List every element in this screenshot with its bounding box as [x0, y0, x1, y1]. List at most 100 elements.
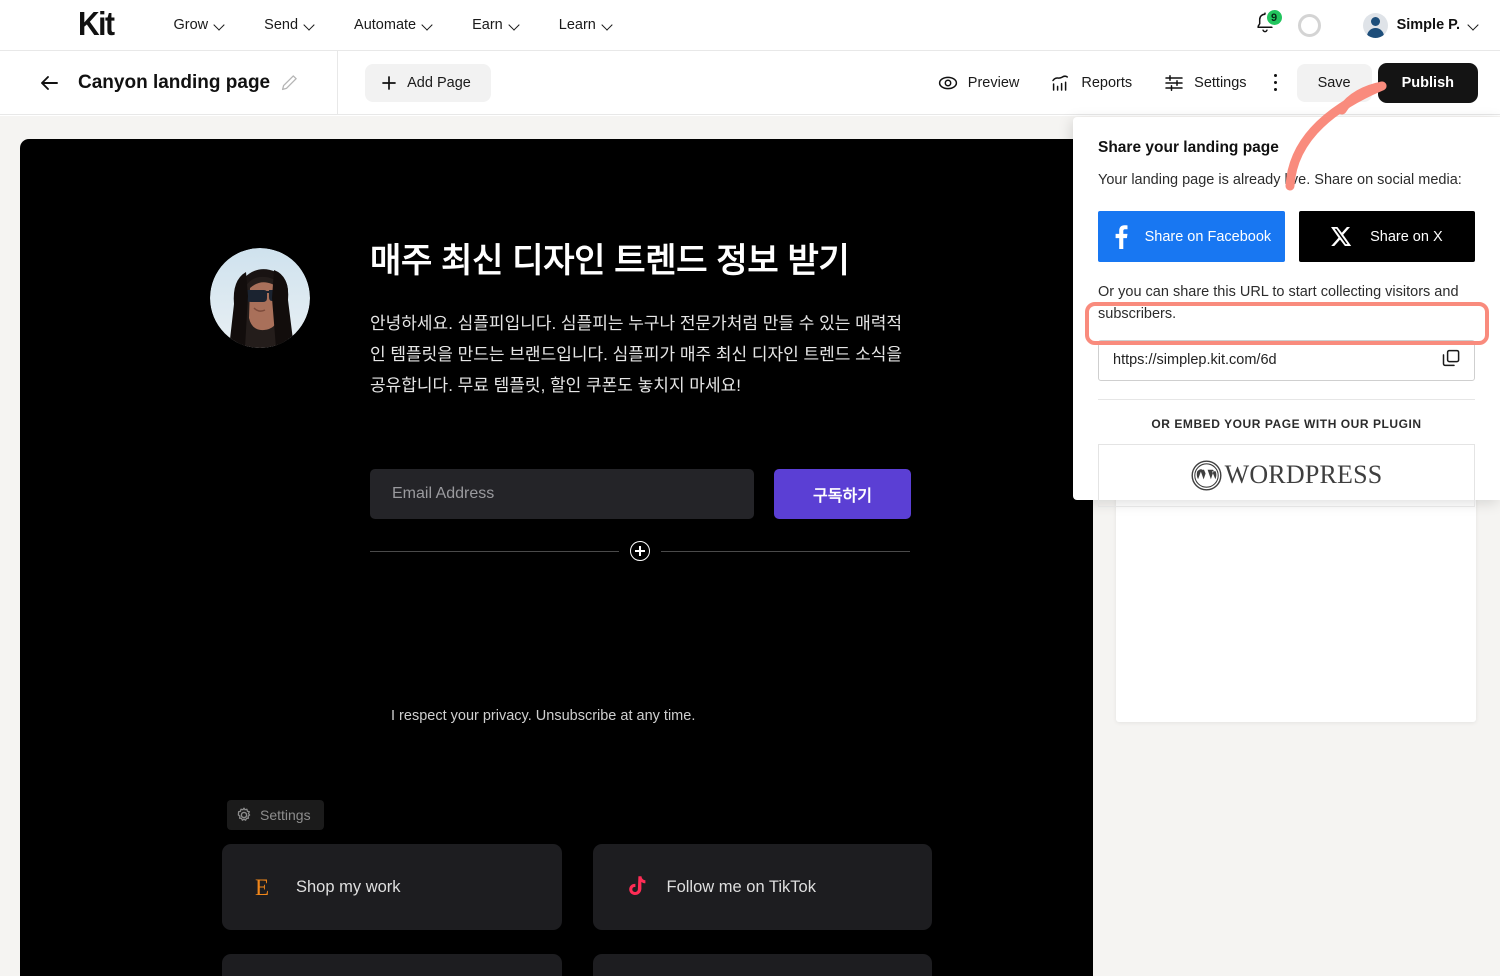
nav-item-label: Learn: [558, 17, 596, 33]
nav-item-grow[interactable]: Grow: [174, 17, 225, 33]
link-item-pinterest[interactable]: pinterest.com: [592, 954, 932, 976]
copy-icon-glyph: [1442, 349, 1460, 367]
share-popover: Share your landing page Your landing pag…: [1073, 117, 1500, 507]
share-url-value: https://simplep.kit.com/6d: [1113, 352, 1277, 369]
kebab-menu-icon: [1273, 80, 1278, 85]
nav-item-automate[interactable]: Automate: [354, 17, 432, 33]
share-on-x-label: Share on X: [1370, 228, 1443, 245]
preview-button[interactable]: Preview: [922, 63, 1036, 103]
link-item-tiktok[interactable]: Follow me on TikTok: [592, 844, 932, 930]
nav-item-send[interactable]: Send: [264, 17, 314, 33]
etsy-icon: E: [255, 875, 269, 900]
link-row: Follow me on Instagram pinterest.com: [222, 954, 932, 976]
link-row: E Shop my work Follow me on TikTok: [222, 844, 932, 930]
share-social-buttons: Share on Facebook Share on X: [1098, 211, 1475, 263]
editor-toolbar: Canyon landing page Add Page Preview Rep…: [0, 50, 1500, 115]
hero-text: 매주 최신 디자인 트렌드 정보 받기 안녕하세요. 심플피입니다. 심플피는 …: [370, 239, 915, 402]
avatar: [1362, 12, 1388, 38]
kebab-menu-icon: [1273, 73, 1278, 78]
chevron-down-icon: [510, 21, 519, 30]
divider-line: [661, 550, 910, 552]
nav-item-label: Send: [264, 17, 299, 33]
landing-page-canvas: 매주 최신 디자인 트렌드 정보 받기 안녕하세요. 심플피입니다. 심플피는 …: [20, 139, 1093, 976]
hero-section: 매주 최신 디자인 트렌드 정보 받기 안녕하세요. 심플피입니다. 심플피는 …: [210, 239, 915, 402]
reports-button[interactable]: Reports: [1035, 63, 1148, 103]
wordpress-icon: [1191, 460, 1222, 491]
tiktok-icon: [628, 876, 645, 895]
save-button[interactable]: Save: [1296, 63, 1372, 102]
subscribe-form: 구독하기: [370, 469, 911, 519]
x-twitter-icon: [1331, 227, 1352, 247]
subscribe-button[interactable]: 구독하기: [774, 469, 911, 519]
link-item-instagram[interactable]: Follow me on Instagram: [222, 954, 562, 976]
share-url-note: Or you can share this URL to start colle…: [1098, 284, 1459, 322]
more-options-button[interactable]: [1263, 73, 1289, 92]
share-popover-title: Share your landing page: [1098, 139, 1279, 156]
sliders-icon: [1165, 74, 1183, 91]
link-item-shop-my-work[interactable]: E Shop my work: [222, 844, 562, 930]
user-name-label: Simple P.: [1396, 17, 1460, 33]
pencil-icon: [282, 75, 297, 91]
eye-icon: [938, 76, 957, 89]
landing-page-body: 안녕하세요. 심플피입니다. 심플피는 누구나 전문가처럼 만들 수 있는 매력…: [370, 314, 903, 396]
email-input[interactable]: [370, 469, 754, 519]
nav-item-label: Grow: [173, 17, 209, 33]
back-button[interactable]: [38, 72, 60, 94]
share-url-field[interactable]: https://simplep.kit.com/6d: [1098, 339, 1475, 381]
embed-section-label: OR EMBED YOUR PAGE WITH OUR PLUGIN: [1151, 416, 1422, 431]
notifications-button[interactable]: 9: [1254, 8, 1284, 39]
nav-item-earn[interactable]: Earn: [472, 17, 519, 33]
share-on-facebook-label: Share on Facebook: [1144, 228, 1272, 245]
progress-ring-icon[interactable]: [1297, 13, 1321, 37]
preview-label: Preview: [967, 74, 1020, 91]
notification-count-badge: 9: [1264, 8, 1284, 27]
back-arrow-icon: [41, 75, 58, 90]
toolbar-divider: [337, 50, 339, 115]
wordpress-plugin-button[interactable]: WORDPRESS: [1098, 443, 1475, 507]
kit-logo[interactable]: Kit: [78, 6, 115, 44]
plus-circle-icon[interactable]: [630, 541, 650, 561]
plus-icon: [382, 75, 396, 90]
kebab-menu-icon: [1273, 87, 1278, 92]
privacy-note: I respect your privacy. Unsubscribe at a…: [391, 708, 696, 724]
landing-page-heading: 매주 최신 디자인 트렌드 정보 받기: [370, 242, 850, 280]
copy-icon[interactable]: [1441, 348, 1461, 372]
settings-label: Settings: [1194, 74, 1247, 91]
settings-button[interactable]: Settings: [1148, 63, 1262, 103]
popover-separator: [1098, 398, 1475, 400]
chevron-down-icon: [423, 21, 432, 30]
share-on-x-button[interactable]: Share on X: [1298, 211, 1475, 263]
page-title: Canyon landing page: [78, 71, 271, 93]
link-item-label: Follow me on TikTok: [666, 877, 816, 896]
form-add-field-divider: [370, 540, 910, 562]
divider-line: [370, 550, 619, 552]
nav-item-label: Automate: [354, 17, 417, 33]
link-item-label: Shop my work: [296, 877, 401, 896]
nav-item-learn[interactable]: Learn: [559, 17, 612, 33]
chart-icon: [1052, 74, 1069, 91]
global-top-nav: Kit Grow Send Automate Earn Learn 9 Simp…: [0, 0, 1500, 51]
add-page-button[interactable]: Add Page: [365, 63, 491, 102]
wordpress-label: WORDPRESS: [1224, 460, 1383, 490]
share-on-facebook-button[interactable]: Share on Facebook: [1098, 211, 1285, 263]
gear-icon: [237, 807, 251, 821]
add-page-label: Add Page: [407, 74, 471, 91]
rename-page-button[interactable]: [281, 74, 298, 91]
share-popover-subtitle: Your landing page is already live. Share…: [1098, 172, 1462, 188]
primary-nav: Grow Send Automate Earn Learn: [174, 17, 612, 33]
chevron-down-icon: [215, 21, 224, 30]
links-settings-chip[interactable]: Settings: [227, 800, 324, 830]
chevron-down-icon: [603, 21, 612, 30]
profile-photo-image: [210, 248, 310, 348]
links-settings-label: Settings: [260, 807, 311, 823]
chevron-down-icon: [305, 21, 314, 30]
reports-label: Reports: [1081, 74, 1133, 91]
link-grid: E Shop my work Follow me on TikTok: [222, 844, 932, 976]
user-menu[interactable]: Simple P.: [1362, 12, 1478, 38]
svg-text:E: E: [255, 875, 269, 900]
toolbar-actions: Preview Reports Settings Save Publish: [922, 62, 1478, 103]
nav-item-label: Earn: [472, 17, 503, 33]
profile-photo: [210, 248, 310, 348]
publish-button[interactable]: Publish: [1377, 62, 1478, 103]
app-root: Kit Grow Send Automate Earn Learn 9 Simp…: [0, 0, 1500, 976]
